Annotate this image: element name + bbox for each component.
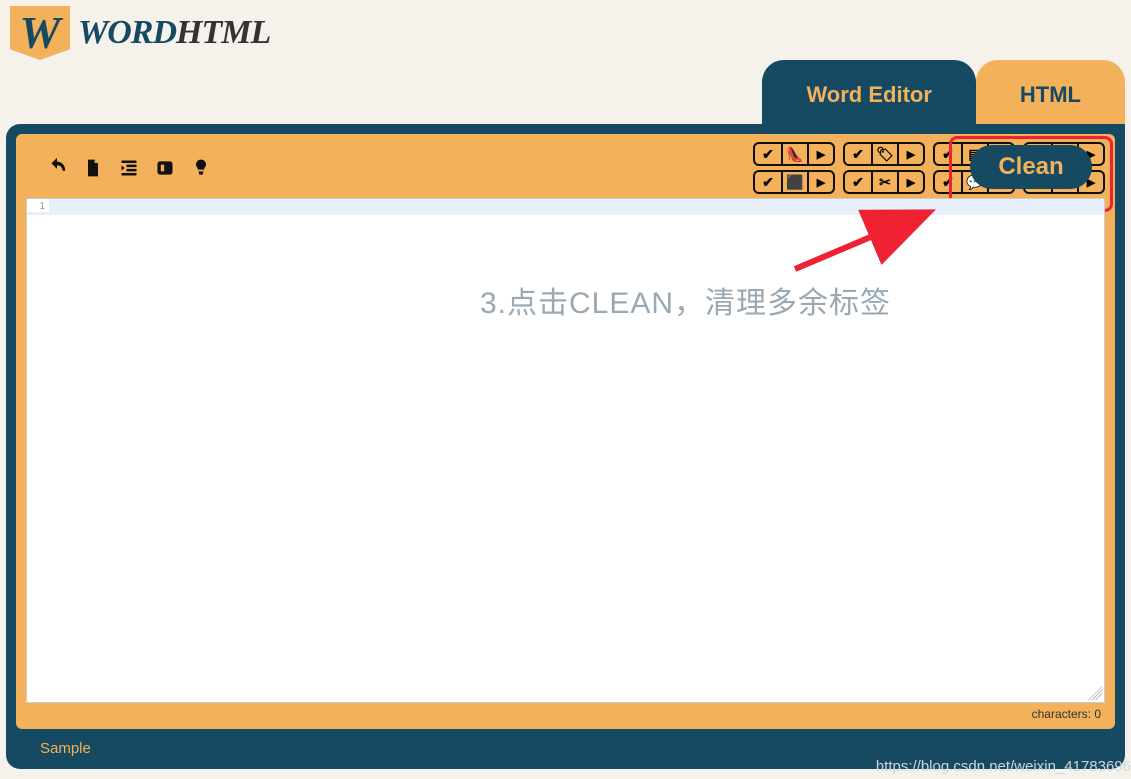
logo-badge: W xyxy=(10,6,70,60)
tab-html[interactable]: HTML xyxy=(976,60,1125,128)
new-file-icon[interactable] xyxy=(82,157,104,179)
sample-link[interactable]: Sample xyxy=(40,740,91,757)
option-classes-ids[interactable]: ✔🏷 xyxy=(843,142,925,166)
compress-icon[interactable] xyxy=(154,157,176,179)
option-successive-spaces[interactable]: ✔⬛ xyxy=(753,170,835,194)
tab-word-editor[interactable]: Word Editor xyxy=(762,60,975,128)
option-inline-styles[interactable]: ✔👠 xyxy=(753,142,835,166)
resize-handle-icon[interactable] xyxy=(1088,686,1102,700)
html-editor[interactable]: 1 xyxy=(26,198,1105,703)
logo-text: WORDHTML xyxy=(78,14,270,52)
option-remove-span[interactable]: ✔✂ xyxy=(843,170,925,194)
toolbar-left xyxy=(46,157,212,179)
logo: W WORDHTML xyxy=(10,6,270,60)
editor-current-line xyxy=(27,199,1104,215)
logo-word2: HTML xyxy=(176,14,270,51)
char-count-label: characters: 0 xyxy=(1032,707,1101,721)
logo-letter: W xyxy=(20,10,61,56)
undo-icon[interactable] xyxy=(46,157,68,179)
panel-inner: ✔👠 ✔🏷 ✔▤ 🔖 ✔⬛ ✔✂ ✔💬 ≡ Clean 1 char xyxy=(16,134,1115,729)
demo-icon[interactable] xyxy=(190,157,212,179)
watermark-text: https://blog.csdn.net/weixin_41783696 xyxy=(876,758,1131,775)
tab-bar: Word Editor HTML xyxy=(762,60,1125,128)
logo-word1: WORD xyxy=(78,14,176,51)
indent-icon[interactable] xyxy=(118,157,140,179)
line-number: 1 xyxy=(27,199,49,212)
panel-outer: ✔👠 ✔🏷 ✔▤ 🔖 ✔⬛ ✔✂ ✔💬 ≡ Clean 1 char xyxy=(6,124,1125,769)
clean-button[interactable]: Clean xyxy=(970,145,1091,189)
